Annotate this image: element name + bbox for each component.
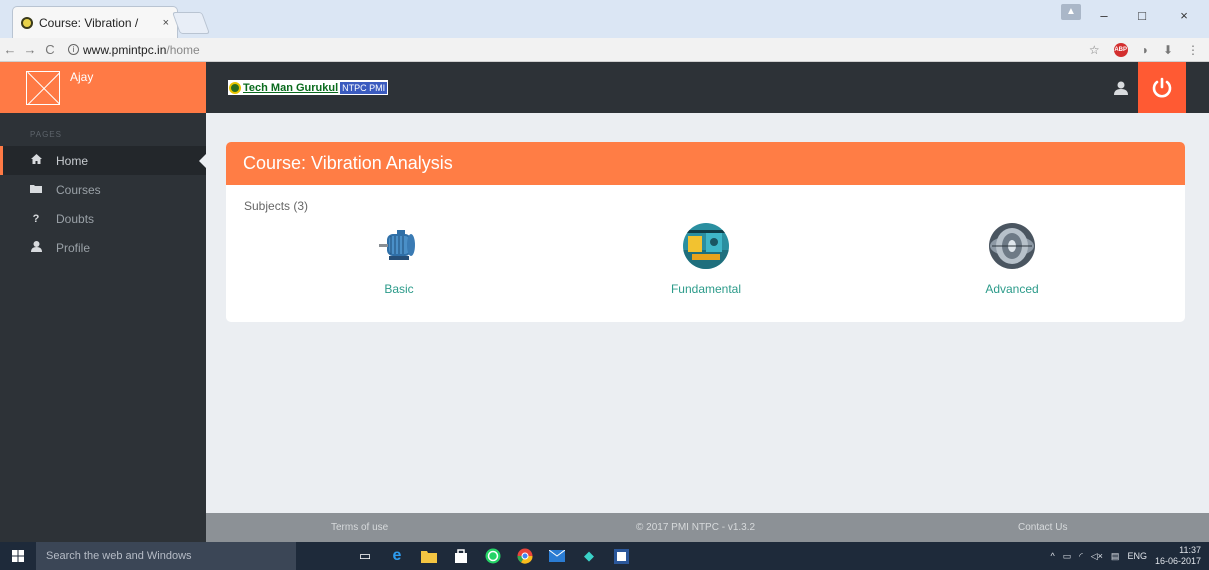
subject-advanced[interactable]: Advanced	[952, 222, 1072, 296]
url-path: /home	[166, 42, 200, 57]
battery-icon[interactable]: ▭	[1063, 551, 1072, 562]
notifications-icon[interactable]: ▤	[1111, 551, 1120, 562]
forward-icon[interactable]: →	[20, 42, 40, 57]
subjects-count-label: Subjects (3)	[244, 199, 309, 213]
close-window-button[interactable]: ×	[1169, 0, 1199, 30]
maximize-button[interactable]: □	[1127, 0, 1157, 30]
user-name: Ajay	[70, 70, 94, 84]
user-panel[interactable]: Ajay	[0, 62, 206, 113]
subject-basic[interactable]: Basic	[339, 222, 459, 296]
brand-name: Tech Man Gurukul	[243, 81, 339, 94]
taskbar: Search the web and Windows ▭ e ◆ ^ ▭ ◜ ◁…	[0, 542, 1209, 570]
terms-link[interactable]: Terms of use	[331, 522, 388, 533]
browser-tab-bar: Course: Vibration / × ▲ – □ ×	[0, 0, 1209, 38]
address-bar: ← → C i www.pmintpc.in/home ☆ ABP ◗ ⬇ ⋮	[0, 38, 1209, 62]
download-extension-icon[interactable]: ⬇	[1163, 43, 1173, 57]
sidebar-item-label: Home	[56, 153, 89, 168]
sidebar: Ajay PAGES Home Courses ? Doubts Profile	[0, 62, 206, 542]
chevron-up-icon[interactable]: ^	[1050, 551, 1054, 561]
sidebar-item-profile[interactable]: Profile	[0, 233, 206, 262]
subject-name: Advanced	[985, 282, 1039, 296]
site-favicon-icon	[21, 16, 33, 29]
browser-tab[interactable]: Course: Vibration / ×	[12, 6, 178, 38]
info-icon: i	[68, 44, 79, 55]
volume-icon[interactable]: ◁×	[1091, 551, 1103, 562]
brand-tag: NTPC PMI	[340, 81, 388, 94]
task-view-icon[interactable]: ▭	[356, 547, 374, 565]
adblock-icon[interactable]: ABP	[1113, 42, 1128, 57]
minimize-button[interactable]: –	[1089, 0, 1119, 30]
extension-icon[interactable]: ◗	[1142, 43, 1149, 57]
sidebar-item-label: Courses	[56, 182, 101, 197]
user-icon	[30, 240, 42, 255]
logout-button[interactable]	[1138, 62, 1186, 113]
sidebar-item-home[interactable]: Home	[0, 146, 206, 175]
brand-logo[interactable]: Tech Man Gurukul NTPC PMI	[228, 80, 389, 95]
subject-name: Basic	[384, 282, 414, 296]
store-icon[interactable]	[452, 547, 470, 565]
footer: Terms of use © 2017 PMI NTPC - v1.3.2 Co…	[206, 513, 1209, 542]
course-title: Course: Vibration Analysis	[226, 142, 1185, 185]
profile-button[interactable]	[1101, 62, 1141, 113]
subject-fundamental[interactable]: Fundamental	[646, 222, 766, 296]
power-icon	[1152, 77, 1172, 97]
back-icon[interactable]: ←	[0, 42, 20, 57]
url-field[interactable]: i www.pmintpc.in/home	[64, 40, 1089, 60]
sidebar-item-label: Profile	[56, 240, 91, 255]
sidebar-item-label: Doubts	[56, 211, 95, 226]
user-icon	[1114, 81, 1128, 95]
clock-date: 16-06-2017	[1154, 556, 1201, 566]
clock[interactable]: 11:37 16-06-2017	[1155, 545, 1201, 567]
avatar-placeholder-icon	[26, 70, 60, 105]
tab-close-button[interactable]: ×	[163, 17, 169, 29]
brand-emblem-icon	[229, 81, 241, 94]
app-bird-icon[interactable]: ◆	[580, 547, 598, 565]
url-host: www.pmintpc.in	[83, 42, 167, 57]
question-icon: ?	[32, 212, 40, 225]
sidebar-section-label: PAGES	[30, 130, 62, 139]
windows-start-icon[interactable]	[0, 542, 36, 570]
home-icon	[30, 154, 42, 167]
whatsapp-icon[interactable]	[484, 547, 502, 565]
clock-time: 11:37	[1179, 545, 1201, 555]
turbine-icon	[988, 222, 1036, 270]
mail-icon[interactable]	[548, 547, 566, 565]
course-card: Course: Vibration Analysis Subjects (3) …	[226, 142, 1185, 322]
wifi-icon[interactable]: ◜	[1079, 551, 1083, 562]
sidebar-item-courses[interactable]: Courses	[0, 175, 206, 204]
contact-link[interactable]: Contact Us	[1018, 522, 1067, 533]
edge-browser-icon[interactable]: e	[388, 547, 406, 565]
motor-icon	[375, 222, 423, 270]
word-document-icon[interactable]	[612, 547, 630, 565]
subject-name: Fundamental	[670, 282, 742, 296]
copyright-text: © 2017 PMI NTPC - v1.3.2	[636, 522, 756, 533]
system-tray: ^ ▭ ◜ ◁× ▤ ENG 11:37 16-06-2017	[1050, 542, 1201, 570]
browser-profile-icon[interactable]: ▲	[1061, 4, 1081, 20]
top-navbar: Tech Man Gurukul NTPC PMI	[206, 62, 1209, 113]
taskbar-search-input[interactable]: Search the web and Windows	[36, 542, 296, 570]
tab-title: Course: Vibration /	[39, 15, 139, 30]
browser-menu-icon[interactable]: ⋮	[1187, 43, 1199, 57]
app-root: Ajay PAGES Home Courses ? Doubts Profile…	[0, 62, 1209, 542]
file-explorer-icon[interactable]	[420, 547, 438, 565]
chrome-icon[interactable]	[516, 547, 534, 565]
language-indicator[interactable]: ENG	[1127, 551, 1147, 561]
machinery-icon	[682, 222, 730, 270]
sidebar-nav: Home Courses ? Doubts Profile	[0, 146, 206, 262]
bookmark-star-icon[interactable]: ☆	[1089, 43, 1100, 57]
sidebar-item-doubts[interactable]: ? Doubts	[0, 204, 206, 233]
reload-icon[interactable]: C	[40, 42, 60, 57]
folder-icon	[30, 184, 42, 196]
